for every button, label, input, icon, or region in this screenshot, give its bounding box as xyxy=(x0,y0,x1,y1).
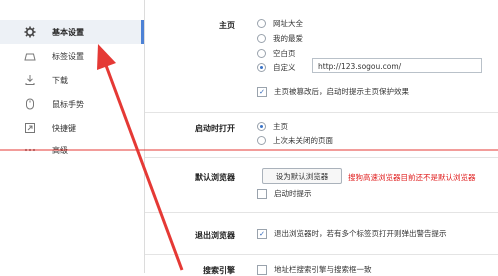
radio-button[interactable] xyxy=(257,136,266,145)
option-label: 主页被篡改后，启动时提示主页保护效果 xyxy=(274,87,409,96)
option-label: 地址栏搜索引擎与搜索框一致 xyxy=(274,265,372,274)
startup-prompt-option[interactable]: 启动时提示 xyxy=(257,188,312,199)
sidebar-item-label: 快捷键 xyxy=(52,123,76,133)
more-icon xyxy=(23,143,37,157)
option-label: 启动时提示 xyxy=(274,189,312,198)
settings-content: 主页 网址大全 我的最爱 空白页 自定义 http://123.sogou.co… xyxy=(145,0,498,275)
sidebar-item-advanced[interactable]: 高级 xyxy=(0,138,144,162)
homepage-option-blank[interactable]: 空白页 xyxy=(257,48,296,59)
option-label: 自定义 xyxy=(273,63,296,72)
option-label: 退出浏览器时，若有多个标签页打开则弹出警告提示 xyxy=(274,229,447,238)
sidebar-item-label: 标签设置 xyxy=(52,51,84,61)
homepage-url-input[interactable]: http://123.sogou.com/ xyxy=(312,58,482,73)
homepage-option-custom[interactable]: 自定义 xyxy=(257,62,296,73)
checkbox[interactable] xyxy=(257,264,267,275)
sidebar-item-mouse-gestures[interactable]: 鼠标手势 xyxy=(0,92,144,116)
startup-section-label: 启动时打开 xyxy=(195,124,235,133)
exit-warning-option[interactable]: ✓ 退出浏览器时，若有多个标签页打开则弹出警告提示 xyxy=(257,228,447,239)
sidebar-item-label: 鼠标手势 xyxy=(52,99,84,109)
radio-button[interactable] xyxy=(257,49,266,58)
option-label: 上次未关闭的页面 xyxy=(273,136,333,145)
sidebar-item-label: 高级 xyxy=(52,145,68,155)
search-engine-sync-option[interactable]: 地址栏搜索引擎与搜索框一致 xyxy=(257,264,372,275)
radio-button[interactable] xyxy=(257,34,266,43)
section-divider xyxy=(145,112,498,113)
radio-button[interactable] xyxy=(257,63,266,72)
sidebar-item-label: 基本设置 xyxy=(52,27,84,37)
homepage-option-nav[interactable]: 网址大全 xyxy=(257,18,303,29)
checkbox[interactable]: ✓ xyxy=(257,86,267,97)
option-label: 空白页 xyxy=(273,49,296,58)
homepage-protect-option[interactable]: ✓ 主页被篡改后，启动时提示主页保护效果 xyxy=(257,86,409,97)
active-indicator xyxy=(141,20,144,44)
section-divider xyxy=(145,254,498,255)
radio-button[interactable] xyxy=(257,122,266,131)
section-divider xyxy=(145,212,498,213)
sidebar-item-download[interactable]: 下载 xyxy=(0,68,144,92)
startup-option-homepage[interactable]: 主页 xyxy=(257,121,288,132)
checkbox[interactable] xyxy=(257,188,267,199)
startup-option-last-session[interactable]: 上次未关闭的页面 xyxy=(257,135,333,146)
option-label: 网址大全 xyxy=(273,19,303,28)
homepage-option-favorites[interactable]: 我的最爱 xyxy=(257,33,303,44)
default-browser-section-label: 默认浏览器 xyxy=(195,173,235,182)
sidebar-item-tab-settings[interactable]: 标签设置 xyxy=(0,44,144,68)
tab-icon xyxy=(23,49,37,63)
radio-button[interactable] xyxy=(257,19,266,28)
option-label: 主页 xyxy=(273,122,288,131)
sidebar-item-shortcuts[interactable]: 快捷键 xyxy=(0,116,144,140)
section-divider xyxy=(145,157,498,158)
option-label: 我的最爱 xyxy=(273,34,303,43)
default-browser-warning: 搜狗高速浏览器目前还不是默认浏览器 xyxy=(348,173,476,182)
download-icon xyxy=(23,73,37,87)
set-default-browser-button[interactable]: 设为默认浏览器 xyxy=(262,168,342,184)
checkbox[interactable]: ✓ xyxy=(257,228,267,239)
mouse-icon xyxy=(23,97,37,111)
homepage-section-label: 主页 xyxy=(219,21,235,30)
sidebar-item-basic-settings[interactable]: 基本设置 xyxy=(0,20,144,44)
sidebar-item-label: 下载 xyxy=(52,75,68,85)
exit-browser-section-label: 退出浏览器 xyxy=(195,231,235,240)
settings-sidebar: 基本设置 标签设置 下载 鼠标手势 快捷键 高级 xyxy=(0,0,145,273)
search-engine-section-label: 搜索引擎 xyxy=(203,266,235,275)
gear-icon xyxy=(23,25,37,39)
shortcut-icon xyxy=(23,121,37,135)
